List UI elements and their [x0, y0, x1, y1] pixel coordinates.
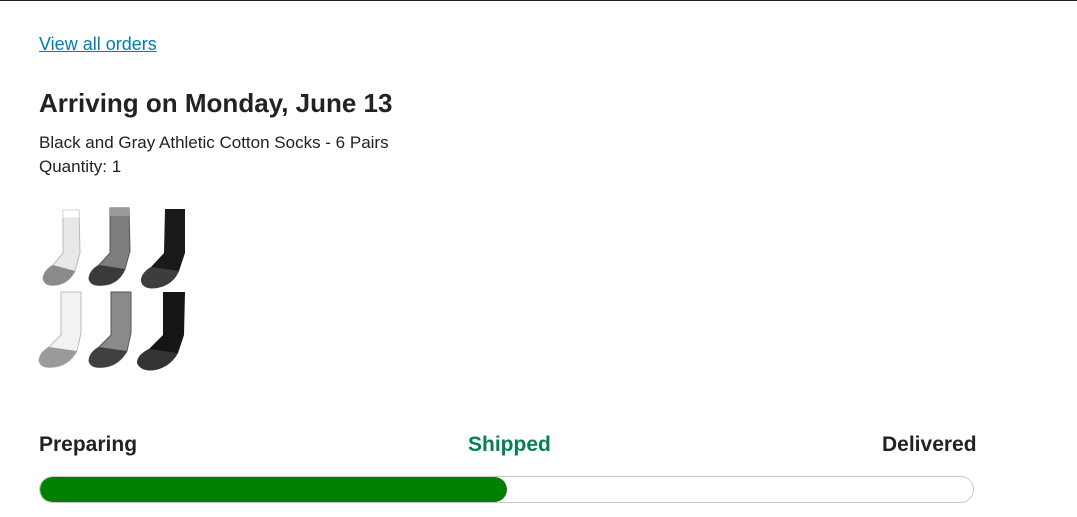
product-quantity: Quantity: 1 [39, 157, 122, 176]
header-divider [0, 0, 1077, 1]
view-all-orders-link[interactable]: View all orders [39, 34, 157, 55]
status-preparing: Preparing [39, 433, 138, 456]
order-tracking-page: View all orders Arriving on Monday, June… [0, 0, 1077, 517]
status-shipped: Shipped [468, 433, 551, 456]
product-image [38, 207, 185, 371]
sock-black-bottom [137, 292, 185, 371]
product-name: Black and Gray Athletic Cotton Socks - 6… [39, 133, 389, 152]
sock-white-top [42, 209, 81, 286]
sock-black-top [141, 209, 185, 289]
sock-gray-top [88, 207, 131, 286]
sock-gray-bottom [88, 291, 132, 368]
status-delivered: Delivered [882, 433, 977, 456]
sock-white-bottom [38, 291, 82, 368]
arrival-title: Arriving on Monday, June 13 [39, 88, 393, 118]
delivery-progress-bar [39, 476, 974, 503]
delivery-progress-fill [40, 477, 507, 502]
